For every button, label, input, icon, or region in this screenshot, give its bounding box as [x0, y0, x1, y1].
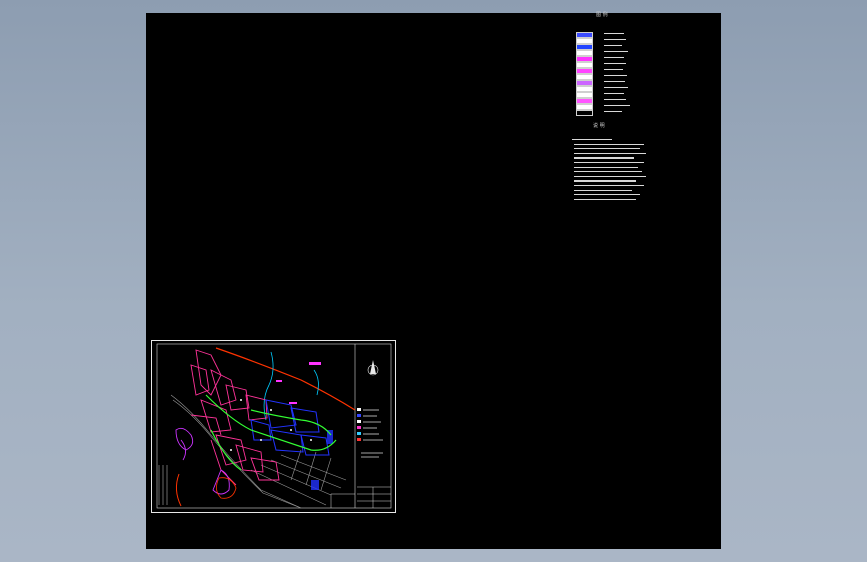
- note-text-line: [574, 157, 634, 159]
- note-text-line: [574, 175, 646, 177]
- note-text-line: [574, 198, 636, 200]
- note-text-line: [574, 152, 646, 154]
- notes-title: 说 明: [593, 123, 605, 129]
- legend-swatch: [576, 110, 593, 116]
- legend-text-line: [604, 105, 630, 107]
- note-text-line: [574, 194, 640, 196]
- note-text-line: [572, 139, 612, 141]
- note-text-line: [574, 162, 644, 164]
- legend-text-line: [604, 45, 622, 47]
- note-text-line: [574, 189, 632, 191]
- legend-title: 图 例: [596, 12, 608, 18]
- note-text-line: [574, 171, 642, 173]
- legend-text-line: [604, 99, 626, 101]
- note-text-line: [574, 180, 636, 182]
- note-text-line: [574, 185, 644, 187]
- planning-map-sheet[interactable]: [151, 340, 396, 513]
- legend-text-line: [604, 111, 622, 113]
- legend-text-line: [604, 69, 623, 71]
- note-text-line: [574, 166, 638, 168]
- legend-text-line: [604, 75, 627, 77]
- legend-text-line: [604, 81, 625, 83]
- legend-text-line: [604, 87, 628, 89]
- cad-drawing-viewport[interactable]: 图 例 说 明: [146, 13, 721, 549]
- legend-text-line: [604, 51, 628, 53]
- legend-text-line: [604, 39, 626, 41]
- legend-text-line: [604, 93, 624, 95]
- note-text-line: [574, 143, 644, 145]
- legend-text-line: [604, 33, 624, 35]
- legend-text-line: [604, 57, 624, 59]
- note-text-line: [574, 148, 640, 150]
- legend-text-line: [604, 63, 626, 65]
